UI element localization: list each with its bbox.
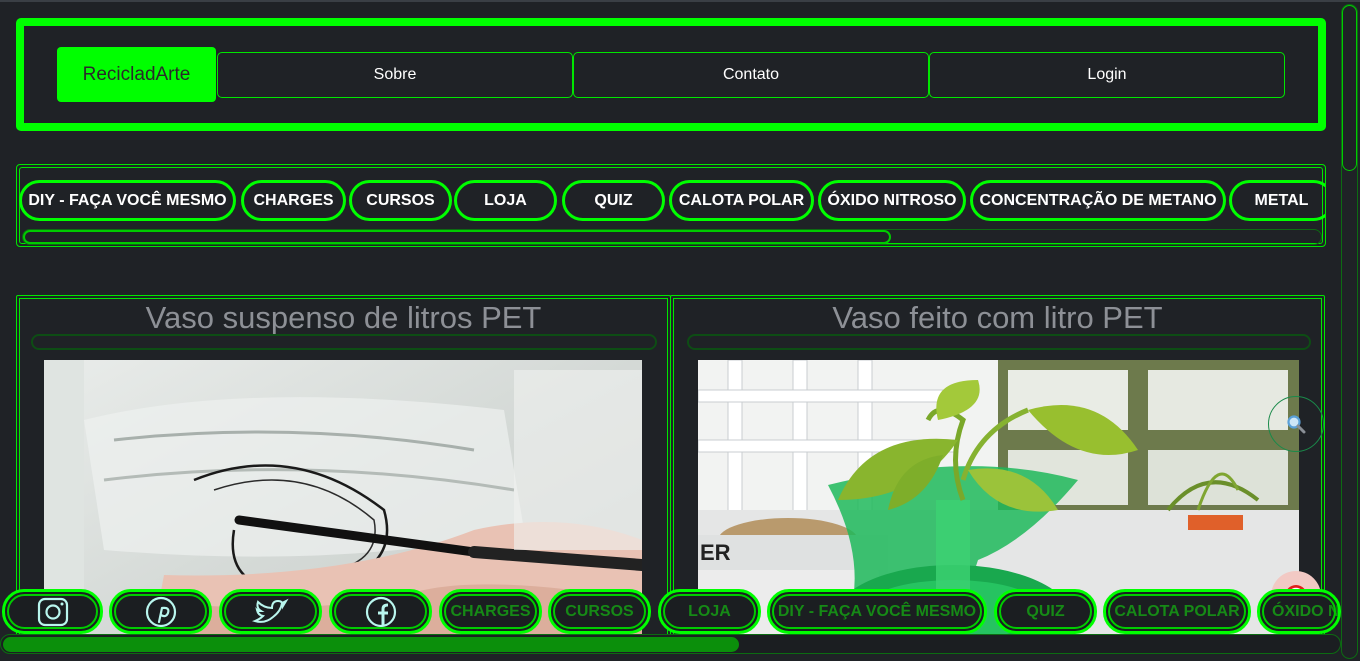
brand-logo-button[interactable]: RecicladArte bbox=[57, 47, 216, 102]
pill-ring bbox=[114, 594, 207, 629]
pill-ring bbox=[663, 594, 756, 629]
category-cursos[interactable]: CURSOS bbox=[349, 180, 452, 221]
site-header: RecicladArte Sobre Contato Login bbox=[16, 18, 1326, 131]
bottom-scroll-thumb[interactable] bbox=[3, 637, 739, 652]
card-progress-bar bbox=[31, 334, 657, 350]
category-bar: DIY - FAÇA VOCÊ MESMO CHARGES CURSOS LOJ… bbox=[16, 164, 1326, 247]
category-diy[interactable]: DIY - FAÇA VOCÊ MESMO bbox=[19, 180, 236, 221]
nav-sobre[interactable]: Sobre bbox=[217, 52, 573, 98]
facebook-button[interactable] bbox=[329, 589, 432, 634]
nav-login[interactable]: Login bbox=[929, 52, 1285, 98]
category-metal[interactable]: METAL bbox=[1229, 180, 1325, 221]
category-charges[interactable]: CHARGES bbox=[241, 180, 346, 221]
bottom-link-loja[interactable]: LOJA bbox=[658, 589, 761, 634]
pill-ring bbox=[1108, 594, 1246, 629]
bottom-strip bbox=[0, 654, 1341, 661]
search-button[interactable] bbox=[1268, 396, 1324, 452]
pinterest-button[interactable] bbox=[109, 589, 212, 634]
category-calota-polar[interactable]: CALOTA POLAR bbox=[669, 180, 814, 221]
page-scroll-thumb[interactable] bbox=[1342, 5, 1357, 171]
bottom-link-charges[interactable]: CHARGES bbox=[439, 589, 542, 634]
pill-ring bbox=[7, 594, 98, 629]
category-oxido-nitroso[interactable]: ÓXIDO NITROSO bbox=[818, 180, 966, 221]
pill-ring bbox=[224, 594, 317, 629]
category-quiz[interactable]: QUIZ bbox=[562, 180, 665, 221]
pill-ring bbox=[553, 594, 646, 629]
pill-ring bbox=[1262, 594, 1336, 629]
nav-contato[interactable]: Contato bbox=[573, 52, 929, 98]
pill-ring bbox=[444, 594, 537, 629]
category-scroll-track[interactable] bbox=[22, 229, 1322, 245]
bottom-link-oxido-nitroso[interactable]: ÓXIDO NITROSO bbox=[1257, 589, 1341, 634]
search-icon bbox=[1287, 415, 1306, 434]
category-scroll-thumb[interactable] bbox=[23, 230, 891, 244]
pill-ring bbox=[772, 594, 982, 629]
svg-text:ER: ER bbox=[700, 540, 731, 565]
pill-ring bbox=[334, 594, 427, 629]
card-title: Vaso feito com litro PET bbox=[832, 300, 1163, 335]
page-vertical-scrollbar[interactable] bbox=[1341, 4, 1358, 659]
category-metano[interactable]: CONCENTRAÇÃO DE METANO bbox=[970, 180, 1226, 221]
instagram-button[interactable] bbox=[2, 589, 103, 634]
category-loja[interactable]: LOJA bbox=[454, 180, 557, 221]
window-top-edge bbox=[0, 0, 1360, 2]
card-progress-bar bbox=[687, 334, 1311, 350]
bottom-link-calota-polar[interactable]: CALOTA POLAR bbox=[1103, 589, 1251, 634]
card-title: Vaso suspenso de litros PET bbox=[145, 300, 542, 335]
twitter-button[interactable] bbox=[219, 589, 322, 634]
category-bar-inner: DIY - FAÇA VOCÊ MESMO CHARGES CURSOS LOJ… bbox=[19, 167, 1325, 245]
bottom-scroll-track[interactable] bbox=[0, 634, 1341, 654]
bottom-link-diy[interactable]: DIY - FAÇA VOCÊ MESMO bbox=[767, 589, 987, 634]
bottom-link-quiz[interactable]: QUIZ bbox=[994, 589, 1097, 634]
pill-ring bbox=[999, 594, 1092, 629]
bottom-link-cursos[interactable]: CURSOS bbox=[548, 589, 651, 634]
